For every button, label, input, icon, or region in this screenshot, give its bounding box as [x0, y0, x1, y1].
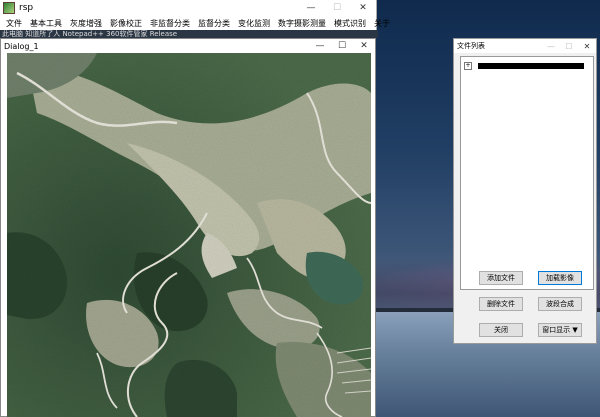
menu-file[interactable]: 文件	[2, 18, 26, 29]
file-list-title: 文件列表	[457, 42, 485, 50]
close-button[interactable]: 关闭	[479, 323, 523, 337]
file-list-titlebar[interactable]: 文件列表 — ☐ ✕	[454, 39, 596, 53]
dialog-image-viewer: Dialog_1 — ☐ ✕	[0, 38, 376, 417]
close-icon[interactable]: ✕	[350, 0, 376, 16]
close-icon[interactable]: ✕	[578, 39, 596, 53]
dialog1-titlebar[interactable]: Dialog_1 — ☐ ✕	[1, 39, 375, 53]
band-composite-button[interactable]: 波段合成	[538, 297, 582, 311]
expand-icon[interactable]: +	[464, 62, 472, 70]
app-icon	[3, 2, 15, 14]
desktop-shortcuts-strip: 此电脑 知道所了人 Notepad++ 360软件管家 Release	[0, 30, 378, 38]
menu-supervised[interactable]: 监督分类	[194, 18, 234, 29]
redacted-file-path	[478, 63, 584, 69]
file-list-window: 文件列表 — ☐ ✕ + 添加文件 加载影像 删除文件 波段合成 关闭 窗口显示…	[453, 38, 597, 344]
tree-node[interactable]: +	[464, 61, 593, 71]
minimize-icon[interactable]: —	[542, 39, 560, 53]
file-tree[interactable]: +	[460, 56, 594, 290]
maximize-icon[interactable]: ☐	[331, 39, 353, 53]
menu-image-correction[interactable]: 影像校正	[106, 18, 146, 29]
menu-unsupervised[interactable]: 非监督分类	[146, 18, 194, 29]
maximize-icon[interactable]: ☐	[560, 39, 578, 53]
minimize-icon[interactable]: —	[309, 39, 331, 53]
menu-change-detection[interactable]: 变化监测	[234, 18, 274, 29]
dialog1-title: Dialog_1	[4, 41, 39, 51]
menubar: 文件 基本工具 灰度增强 影像校正 非监督分类 监督分类 变化监测 数字摄影测量…	[0, 16, 390, 30]
file-list-window-controls: — ☐ ✕	[542, 39, 596, 55]
satellite-image[interactable]	[7, 53, 371, 417]
main-title: rsp	[19, 3, 34, 13]
main-titlebar[interactable]: rsp — ☐ ✕	[0, 0, 376, 16]
minimize-icon[interactable]: —	[298, 0, 324, 16]
main-window-controls: — ☐ ✕	[298, 0, 376, 16]
load-image-button[interactable]: 加载影像	[538, 271, 582, 285]
menu-pattern-recognition[interactable]: 模式识别	[330, 18, 370, 29]
main-window: rsp — ☐ ✕ 文件 基本工具 灰度增强 影像校正 非监督分类 监督分类 变…	[0, 0, 390, 31]
add-file-button[interactable]: 添加文件	[479, 271, 523, 285]
menu-photogrammetry[interactable]: 数字摄影测量	[274, 18, 330, 29]
menu-about[interactable]: 关于	[370, 18, 394, 29]
close-icon[interactable]: ✕	[353, 39, 375, 53]
satellite-image-graphic	[7, 53, 371, 417]
menu-gray-enhance[interactable]: 灰度增强	[66, 18, 106, 29]
maximize-icon[interactable]: ☐	[324, 0, 350, 16]
delete-file-button[interactable]: 删除文件	[479, 297, 523, 311]
window-display-dropdown[interactable]: 窗口显示 ▼	[538, 323, 582, 337]
menu-basic-tools[interactable]: 基本工具	[26, 18, 66, 29]
